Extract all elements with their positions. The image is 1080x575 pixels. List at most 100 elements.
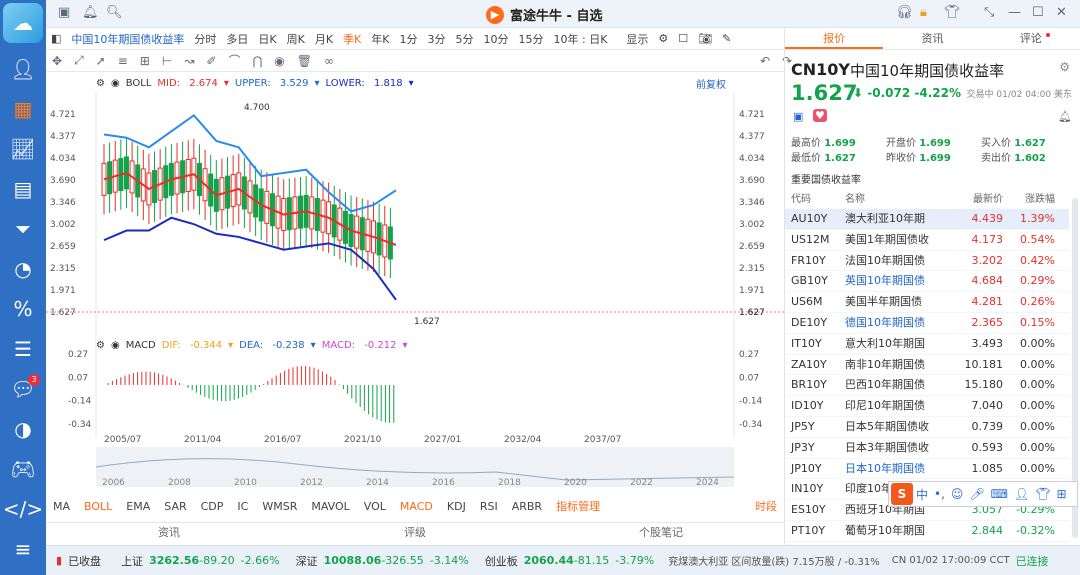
bell-icon[interactable]: 🔔︎	[82, 5, 99, 20]
table-row[interactable]: BR10Y 巴西10年期国债 15.180 0.00%	[785, 375, 1069, 397]
market-icon[interactable]: ▦	[0, 89, 46, 129]
lock-icon[interactable]: 🔒︎	[920, 5, 927, 20]
period-3[interactable]: 周K	[287, 31, 305, 47]
mic-icon[interactable]: 🎤︎	[969, 487, 984, 501]
ray-icon[interactable]: ➚	[96, 54, 106, 68]
period-7[interactable]: 1分	[400, 31, 418, 47]
filter-icon[interactable]: ⏷	[0, 209, 46, 249]
index-0-name[interactable]: 上证	[121, 553, 143, 569]
table-row[interactable]: JP10Y 日本10年期国债 1.085 0.00%	[785, 459, 1069, 480]
discover-icon[interactable]: ◑	[0, 409, 46, 449]
table-row[interactable]: US12M 美国1年期国债收 4.173 0.54%	[785, 230, 1069, 251]
user-icon[interactable]: 👤︎	[1014, 487, 1029, 501]
table-row[interactable]: ZA10Y 南非10年期国债 10.181 0.00%	[785, 355, 1069, 376]
settings-icon[interactable]: ⚙	[1059, 60, 1070, 74]
tab-kdj[interactable]: KDJ	[447, 500, 466, 513]
alert-icon[interactable]: 🔔︎	[1058, 110, 1072, 123]
ime-mode[interactable]: 中	[916, 486, 928, 503]
eye-icon[interactable]: ◉	[111, 78, 120, 89]
tab-mavol[interactable]: MAVOL	[311, 500, 349, 513]
channel-icon[interactable]: ⊞	[140, 54, 150, 68]
tab-rsi[interactable]: RSI	[480, 500, 498, 513]
period-5[interactable]: 季K	[343, 31, 361, 47]
panel-icon[interactable]: ◧	[51, 32, 61, 45]
period-8[interactable]: 3分	[428, 31, 446, 47]
display-menu[interactable]: 显示	[626, 31, 648, 47]
table-row[interactable]: AU10Y 澳大利亚10年期 4.439 1.39%	[785, 209, 1069, 230]
checkbox-icon[interactable]: ☐	[678, 32, 688, 45]
period-10[interactable]: 10分	[484, 31, 509, 47]
price-chart[interactable]: 4.721 4.721 4.377 4.377 4.034 4.034 3.690 3.690…	[46, 92, 784, 492]
maximize-icon[interactable]: ☐	[1032, 5, 1044, 20]
line-icon[interactable]: ⤢	[74, 53, 84, 68]
favorite-icon[interactable]: ♥	[813, 109, 827, 122]
settings-icon[interactable]: ⚙	[96, 78, 105, 89]
arc-icon[interactable]: ⌒	[228, 52, 240, 69]
news-icon[interactable]: ☰	[0, 329, 46, 369]
grid-icon[interactable]: ⊞	[1056, 487, 1066, 501]
period-2[interactable]: 日K	[258, 31, 276, 47]
punct-icon[interactable]: •,	[934, 487, 945, 501]
table-row[interactable]: JP3Y 日本3年期国债收 0.593 0.00%	[785, 438, 1069, 459]
tab-news[interactable]: 资讯	[46, 523, 292, 542]
headset-icon[interactable]: 🎧︎	[896, 5, 913, 20]
ime-logo-icon[interactable]: S	[891, 483, 913, 505]
pie-icon[interactable]: ◔	[0, 249, 46, 289]
tab-vol[interactable]: VOL	[364, 500, 386, 513]
curve-icon[interactable]: ↝	[184, 54, 194, 68]
tab-info[interactable]: 资讯	[883, 28, 981, 49]
move-icon[interactable]: ✥	[52, 54, 62, 68]
tab-indicator-manage[interactable]: 指标管理	[556, 498, 600, 514]
undo-icon[interactable]: ↶	[760, 54, 770, 68]
tab-session[interactable]: 时段	[755, 498, 777, 514]
rate-icon[interactable]: %	[0, 289, 46, 329]
fq-button[interactable]: 前复权	[696, 74, 726, 92]
tab-ema[interactable]: EMA	[126, 500, 150, 513]
shrink-icon[interactable]: ⤡	[984, 5, 994, 20]
shirt-icon[interactable]: 👕︎	[944, 5, 961, 20]
index-2-name[interactable]: 创业板	[485, 553, 518, 569]
code-icon[interactable]: </>	[0, 489, 46, 529]
tab-cdp[interactable]: CDP	[201, 500, 224, 513]
eye-icon[interactable]: ◉	[111, 340, 120, 351]
tab-wmsr[interactable]: WMSR	[262, 500, 297, 513]
table-row[interactable]: GB10Y 英国10年期国债 4.684 0.29%	[785, 271, 1069, 293]
table-row[interactable]: PT10Y 葡萄牙10年期国 2.844 -0.32%	[785, 521, 1069, 542]
bookmark-icon[interactable]: ▣	[793, 110, 803, 123]
link-icon[interactable]: ∞	[324, 54, 334, 68]
index-1-name[interactable]: 深证	[296, 553, 318, 569]
ruler-icon[interactable]: ⊢	[162, 54, 172, 68]
user-icon[interactable]: 👤︎	[0, 49, 46, 89]
camera-icon[interactable]: 📷︎	[698, 32, 712, 45]
tab-arbr[interactable]: ARBR	[512, 500, 542, 513]
emoji-icon[interactable]: ☺	[951, 487, 964, 501]
game-icon[interactable]: 🎮︎	[0, 449, 46, 489]
tab-quote[interactable]: 报价	[785, 28, 884, 49]
table-row[interactable]: DE10Y 德国10年期国债 2.365 0.15%	[785, 313, 1069, 334]
tab-ma[interactable]: MA	[53, 500, 70, 513]
tab-sar[interactable]: SAR	[164, 500, 186, 513]
tab-rating[interactable]: 评级	[292, 523, 538, 542]
period-6[interactable]: 年K	[371, 31, 389, 47]
table-row[interactable]: FR10Y 法国10年期国债 3.202 0.42%	[785, 251, 1069, 272]
news-ticker[interactable]: 兖煤澳大利亚 区间放量(跌) 7.15万股 / -0.31%	[668, 553, 880, 568]
compare-select[interactable]: 10年 : 日K	[554, 31, 608, 47]
app-logo-icon[interactable]: ☁	[3, 3, 43, 43]
keyboard-icon[interactable]: ⌨	[991, 487, 1008, 501]
tab-macd[interactable]: MACD	[400, 500, 433, 513]
period-0[interactable]: 分时	[194, 31, 216, 47]
period-11[interactable]: 15分	[519, 31, 544, 47]
menu-icon[interactable]: ≡	[0, 529, 46, 569]
close-icon[interactable]: ✕	[1056, 5, 1067, 20]
skin-icon[interactable]: 👕︎	[1035, 487, 1050, 501]
magnet-icon[interactable]: ⋂	[252, 54, 262, 68]
period-4[interactable]: 月K	[315, 31, 333, 47]
table-row[interactable]: JP5Y 日本5年期国债收 0.739 0.00%	[785, 417, 1069, 438]
table-row[interactable]: US6M 美国半年期国债 4.281 0.26%	[785, 292, 1069, 313]
trend-icon[interactable]: 📈︎	[0, 129, 46, 169]
symbol-tab[interactable]: 中国10年期国债收益率	[71, 31, 184, 47]
fib-icon[interactable]: ≡	[118, 54, 128, 68]
period-9[interactable]: 5分	[456, 31, 474, 47]
settings-icon[interactable]: ⚙	[96, 340, 105, 351]
eye-icon[interactable]: ◉	[274, 54, 284, 68]
